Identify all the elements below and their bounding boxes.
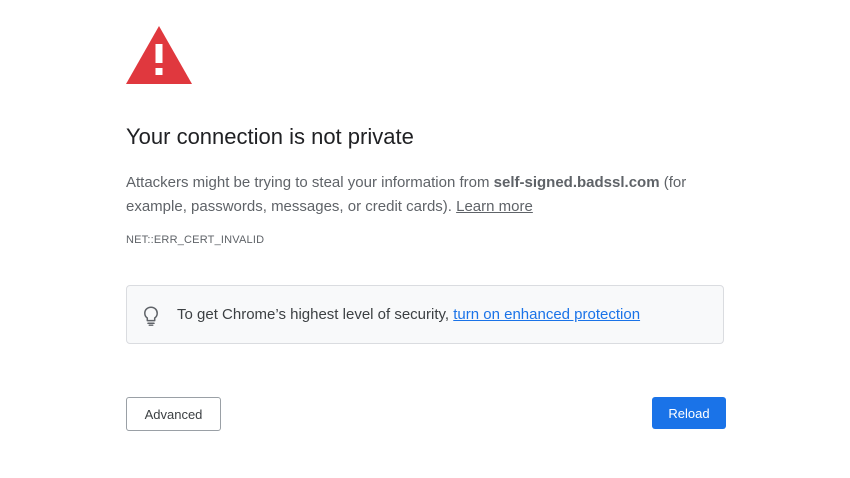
promo-message: To get Chrome’s highest level of securit… [177, 306, 454, 323]
error-code: NET::ERR_CERT_INVALID [126, 234, 265, 246]
reload-button[interactable]: Reload [652, 397, 726, 429]
page-title: Your connection is not private [126, 124, 414, 149]
warning-triangle-icon [126, 26, 192, 84]
description-text-before: Attackers might be trying to steal your … [126, 174, 494, 191]
interstitial-page: Your connection is not private Attackers… [0, 0, 850, 478]
host-name: self-signed.badssl.com [493, 174, 660, 191]
enhanced-protection-link[interactable]: turn on enhanced protection [453, 306, 640, 323]
learn-more-link[interactable]: Learn more [456, 198, 533, 215]
error-description: Attackers might be trying to steal your … [126, 171, 726, 219]
enhanced-protection-promo: To get Chrome’s highest level of securit… [126, 285, 724, 344]
advanced-button[interactable]: Advanced [126, 397, 221, 431]
lightbulb-icon [144, 306, 158, 326]
promo-text: To get Chrome’s highest level of securit… [177, 306, 640, 323]
